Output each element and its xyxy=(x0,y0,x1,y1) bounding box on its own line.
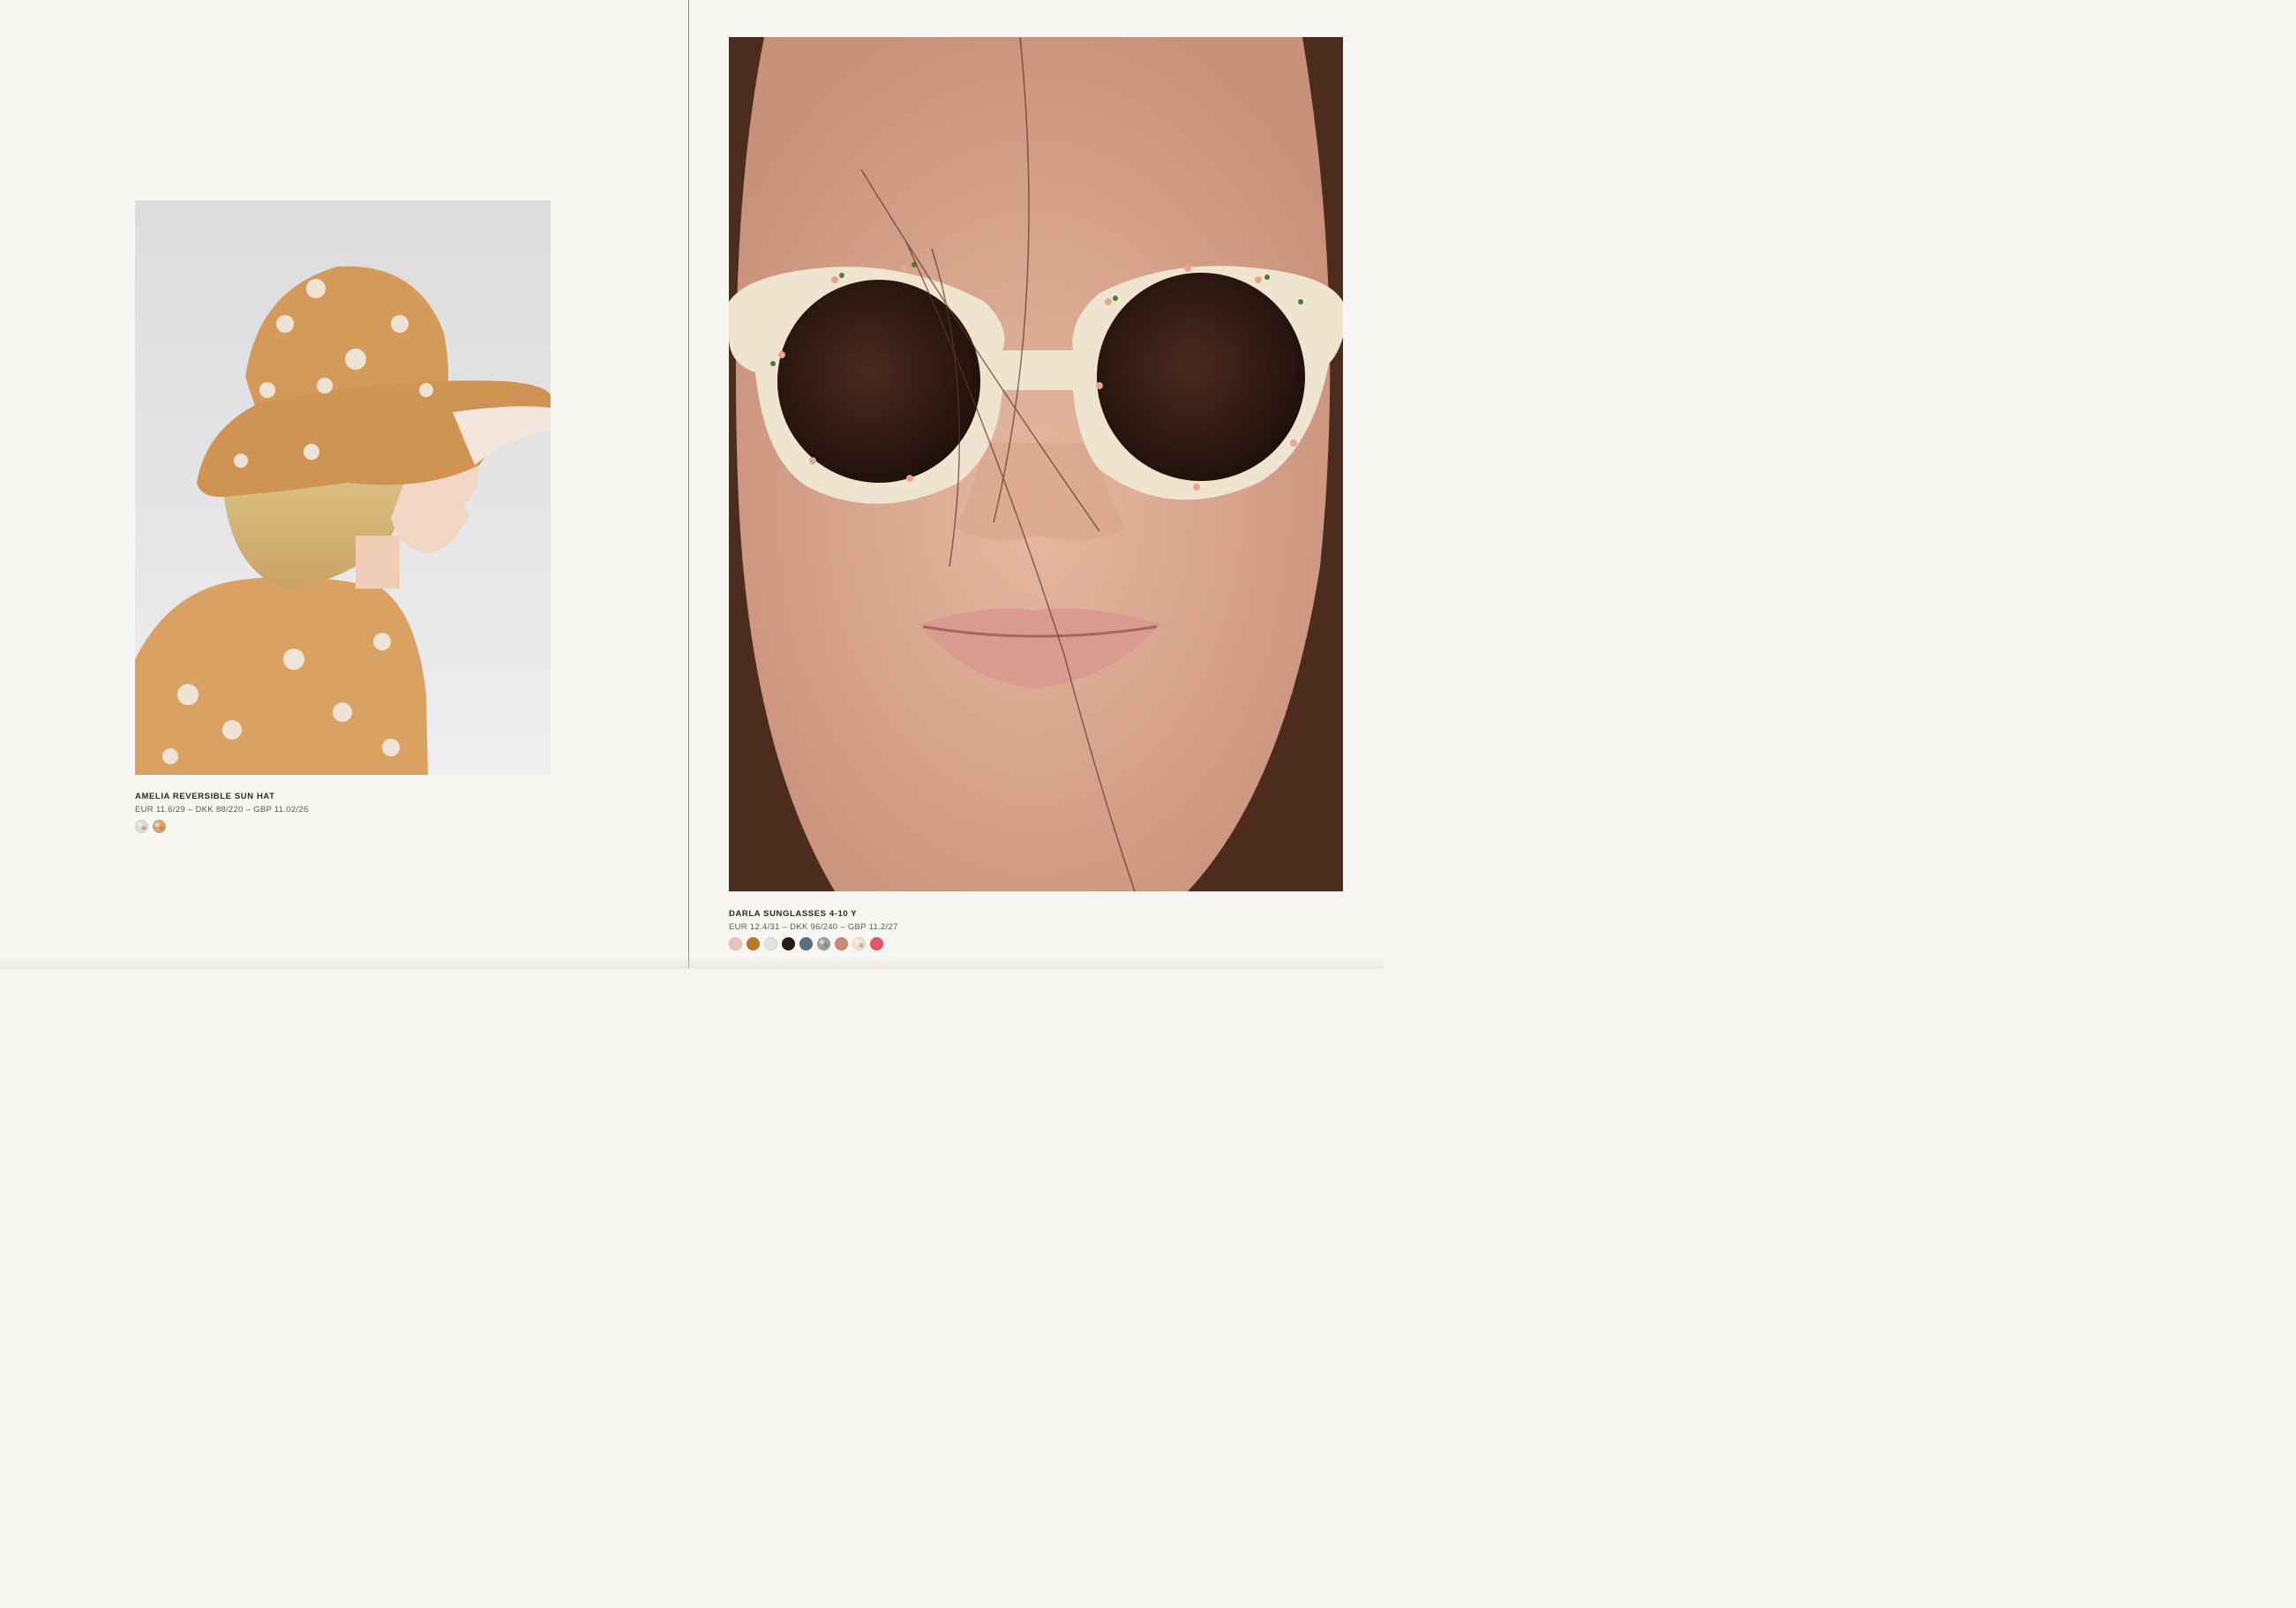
sun-hat-color-swatches xyxy=(135,820,166,833)
sun-hat-color-swatch-2[interactable] xyxy=(153,820,166,833)
sunglasses-color-swatches xyxy=(729,937,883,951)
catalog-spread: AMELIA REVERSIBLE SUN HAT EUR 11.6/29 – … xyxy=(0,0,1384,969)
sunglasses-product-price: EUR 12.4/31 – DKK 96/240 – GBP 11.2/27 xyxy=(729,922,898,932)
sunglasses-color-swatch-9[interactable] xyxy=(870,937,883,951)
sun-hat-product-price: EUR 11.6/29 – DKK 88/220 – GBP 11.02/26 xyxy=(135,805,309,815)
sunglasses-color-swatch-2[interactable] xyxy=(747,937,760,951)
sunglasses-color-swatch-4[interactable] xyxy=(782,937,795,951)
sunglasses-color-swatch-8[interactable] xyxy=(852,937,866,951)
sun-hat-color-swatch-1[interactable] xyxy=(135,820,148,833)
sunglasses-color-swatch-7[interactable] xyxy=(835,937,848,951)
sunglasses-product-name: DARLA SUNGLASSES 4-10 Y xyxy=(729,909,858,919)
sunglasses-product-photo xyxy=(729,37,1343,891)
sun-hat-product-photo xyxy=(135,200,551,775)
sunglasses-color-swatch-1[interactable] xyxy=(729,937,742,951)
sunglasses-color-swatch-3[interactable] xyxy=(764,937,777,951)
sunglasses-color-swatch-5[interactable] xyxy=(799,937,813,951)
page-gutter xyxy=(688,0,689,969)
sunglasses-color-swatch-6[interactable] xyxy=(817,937,830,951)
sun-hat-product-name: AMELIA REVERSIBLE SUN HAT xyxy=(135,792,275,801)
page-bottom-shadow xyxy=(0,957,1384,969)
